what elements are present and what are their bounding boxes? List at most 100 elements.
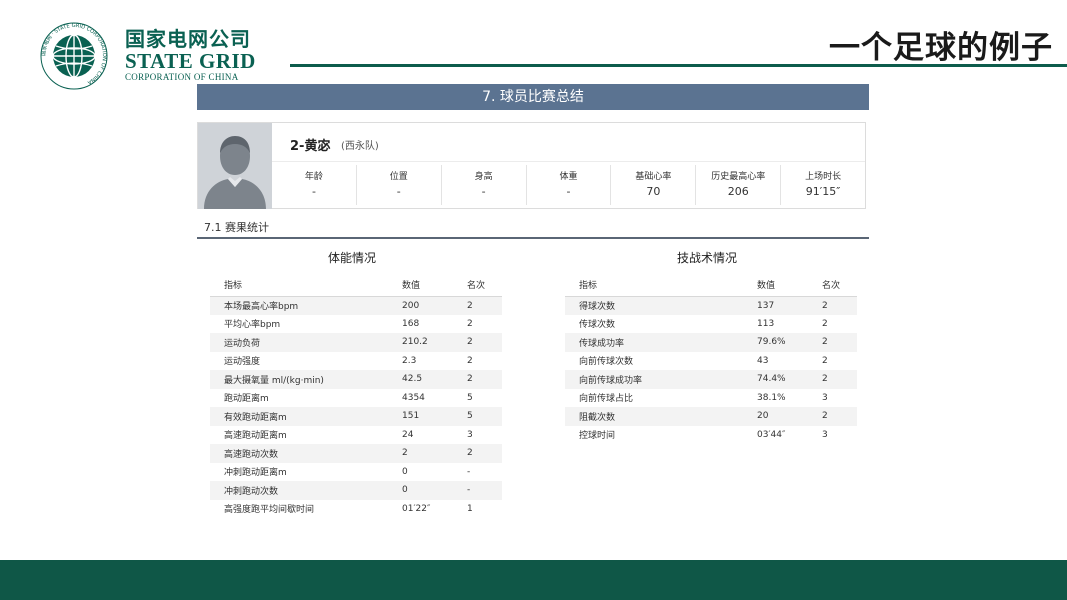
metric-rank-cell: 1 bbox=[467, 503, 473, 514]
report-section-header: 7. 球员比赛总结 bbox=[197, 84, 869, 110]
metric-rank-cell: 2 bbox=[453, 296, 502, 315]
metric-name-cell: 得球次数 bbox=[565, 296, 743, 315]
stat-value: - bbox=[566, 185, 571, 198]
stat-label: 基础心率 bbox=[635, 172, 672, 182]
physical-stats-table: 指标 数值 名次 本场最高心率bpm 200 2 平均心率bpm 168 2 运动负荷 210… bbox=[210, 274, 502, 518]
metric-rank-cell: 5 bbox=[467, 392, 473, 403]
table-row: 平均心率bpm 168 2 bbox=[210, 315, 502, 334]
table-row: 跑动距离m 4354 5 bbox=[210, 389, 502, 408]
column-header: 名次 bbox=[453, 274, 502, 297]
technical-table-caption: 技战术情况 bbox=[676, 251, 737, 265]
metric-name-cell: 本场最高心率bpm bbox=[210, 296, 388, 315]
stat-value: - bbox=[396, 185, 401, 198]
stat-label: 体重 bbox=[559, 172, 578, 182]
column-header: 名次 bbox=[808, 274, 857, 297]
stat-label: 年龄 bbox=[304, 172, 323, 182]
table-row: 运动负荷 210.2 2 bbox=[210, 333, 502, 352]
stat-value: 70 bbox=[646, 185, 661, 198]
player-stats-row: 年龄 - 位置 - 身高 - 体重 - 基础心率 70 历史最高心率 206 上… bbox=[272, 165, 865, 205]
stat-label: 历史最高心率 bbox=[711, 172, 766, 182]
table-row: 控球时间 03′44″ 3 bbox=[565, 426, 857, 445]
metric-value-cell: 0 bbox=[388, 481, 453, 500]
column-header: 指标 bbox=[565, 274, 743, 297]
technical-stats-panel: 技战术情况 指标 数值 名次 得球次数 137 2 传球次数 113 2 传球成功率 79.6… bbox=[557, 244, 857, 444]
technical-stats-table: 指标 数值 名次 得球次数 137 2 传球次数 113 2 传球成功率 79.6% 2 向前传球… bbox=[565, 274, 857, 444]
metric-value-cell: 137 bbox=[743, 296, 808, 315]
table-row: 高速跑动次数 2 2 bbox=[210, 444, 502, 463]
metric-rank-cell: 3 bbox=[822, 392, 828, 403]
stat-max-heart-rate: 历史最高心率 206 bbox=[696, 165, 782, 205]
metric-value-cell: 74.4% bbox=[743, 370, 808, 389]
stat-play-time: 上场时长 91′15″ bbox=[781, 165, 865, 205]
table-row: 冲刺跑动距离m 0 - bbox=[210, 463, 502, 482]
metric-value-cell: 2.3 bbox=[402, 355, 417, 366]
technical-table-body: 得球次数 137 2 传球次数 113 2 传球成功率 79.6% 2 向前传球次数 43 2 向前传球… bbox=[565, 296, 857, 444]
metric-value-cell: 4354 bbox=[402, 392, 425, 403]
metric-value-cell: 113 bbox=[757, 318, 775, 329]
table-row: 传球成功率 79.6% 2 bbox=[565, 333, 857, 352]
player-team: (西永队) bbox=[341, 141, 379, 152]
metric-value-cell: 151 bbox=[388, 407, 453, 426]
metric-rank-cell: 3 bbox=[467, 429, 473, 440]
metric-value-cell: 38.1% bbox=[757, 392, 786, 403]
metric-rank-cell: 2 bbox=[453, 370, 502, 389]
column-header: 数值 bbox=[743, 274, 808, 297]
metric-rank-cell: 2 bbox=[808, 407, 857, 426]
footer-band bbox=[0, 560, 1067, 600]
metric-value-cell: 2 bbox=[388, 444, 453, 463]
column-header: 数值 bbox=[388, 274, 453, 297]
player-card: 2-黄宓 (西永队) 年龄 - 位置 - 身高 - 体重 - 基础心率 70 历… bbox=[197, 122, 866, 209]
avatar-placeholder-icon bbox=[198, 123, 272, 209]
metric-name-cell: 高强度跑平均间歇时间 bbox=[224, 505, 315, 516]
stat-value: - bbox=[481, 185, 486, 198]
brand-name-cn: 国家电网公司 bbox=[125, 27, 251, 51]
section-title: 7.1 赛果统计 bbox=[204, 221, 269, 234]
metric-value-cell: 200 bbox=[388, 296, 453, 315]
metric-rank-cell: 2 bbox=[808, 333, 857, 352]
stat-value: 206 bbox=[727, 185, 749, 198]
table-row: 向前传球次数 43 2 bbox=[565, 352, 857, 371]
stat-weight: 体重 - bbox=[527, 165, 612, 205]
physical-stats-panel: 体能情况 指标 数值 名次 本场最高心率bpm 200 2 平均心率bpm 168 2 运动… bbox=[202, 244, 502, 518]
stat-position: 位置 - bbox=[357, 165, 442, 205]
table-row: 阻截次数 20 2 bbox=[565, 407, 857, 426]
metric-rank-cell: - bbox=[467, 466, 471, 477]
metric-rank-cell: 2 bbox=[822, 355, 828, 366]
metric-rank-cell: 2 bbox=[808, 370, 857, 389]
metric-name-cell: 运动强度 bbox=[224, 357, 261, 368]
metric-name-cell: 高速跑动次数 bbox=[210, 444, 388, 463]
metric-value-cell: 0 bbox=[402, 466, 408, 477]
stat-label: 位置 bbox=[389, 172, 408, 182]
metric-name-cell: 向前传球次数 bbox=[579, 357, 634, 368]
brand-name-en-sub: CORPORATION OF CHINA bbox=[125, 72, 239, 82]
table-row: 向前传球成功率 74.4% 2 bbox=[565, 370, 857, 389]
metric-name-cell: 跑动距离m bbox=[224, 394, 269, 405]
metric-rank-cell: 2 bbox=[467, 355, 473, 366]
table-row: 最大摄氧量 ml/(kg·min) 42.5 2 bbox=[210, 370, 502, 389]
brand-name-en: STATE GRID bbox=[125, 49, 256, 73]
metric-value-cell: 79.6% bbox=[743, 333, 808, 352]
table-row: 本场最高心率bpm 200 2 bbox=[210, 296, 502, 315]
state-grid-logo-icon: 国家电网 · STATE GRID CORPORATION OF CHINA bbox=[40, 22, 108, 90]
metric-name-cell: 传球次数 bbox=[579, 320, 616, 331]
stat-value: 91′15″ bbox=[805, 185, 841, 198]
stat-label: 身高 bbox=[474, 172, 493, 182]
stat-label: 上场时长 bbox=[805, 172, 842, 182]
player-name: 2-黄宓 bbox=[290, 139, 331, 154]
metric-rank-cell: 2 bbox=[822, 318, 828, 329]
metric-rank-cell: 2 bbox=[453, 444, 502, 463]
metric-value-cell: 168 bbox=[402, 318, 420, 329]
metric-rank-cell: 2 bbox=[808, 296, 857, 315]
stat-value: - bbox=[311, 185, 316, 198]
stat-age: 年龄 - bbox=[272, 165, 357, 205]
table-row: 运动强度 2.3 2 bbox=[210, 352, 502, 371]
metric-value-cell: 03′44″ bbox=[757, 429, 786, 440]
metric-name-cell: 向前传球成功率 bbox=[565, 370, 743, 389]
section-divider bbox=[197, 237, 869, 239]
brand-wordmark: 国家电网公司 STATE GRID CORPORATION OF CHINA bbox=[125, 28, 256, 83]
metric-name-cell: 运动负荷 bbox=[210, 333, 388, 352]
metric-name-cell: 冲刺跑动距离m bbox=[224, 468, 287, 479]
metric-rank-cell: 5 bbox=[453, 407, 502, 426]
table-row: 冲刺跑动次数 0- bbox=[210, 481, 502, 500]
stat-height: 身高 - bbox=[442, 165, 527, 205]
